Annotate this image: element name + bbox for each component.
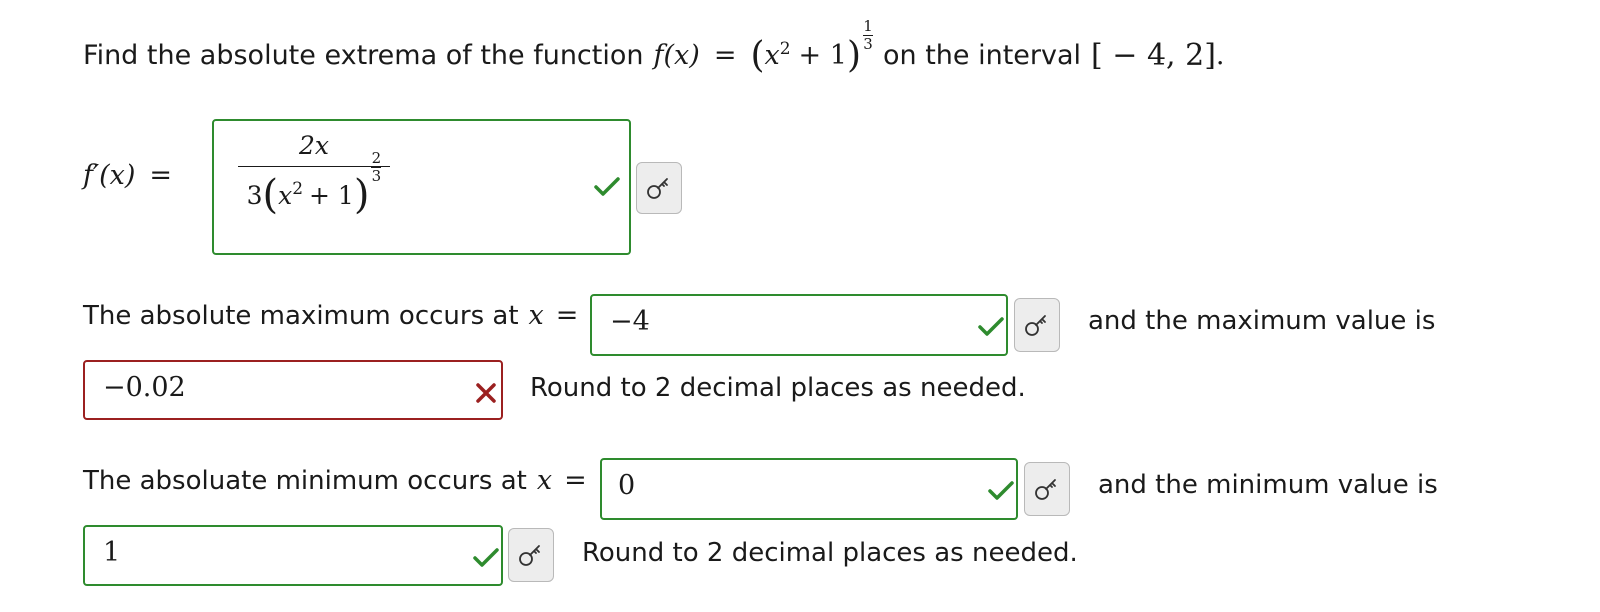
max-value: −0.02 [103, 372, 186, 403]
key-icon [1035, 479, 1056, 500]
plus-one: + 1 [798, 39, 847, 71]
check-icon [594, 177, 620, 196]
max-value-input[interactable]: −0.02 [83, 360, 503, 420]
max-hint: Round to 2 decimal places as needed. [530, 373, 1026, 403]
derivative-numerator: 2x [298, 131, 329, 160]
key-icon [519, 545, 540, 566]
min-text-after: and the minimum value is [1098, 470, 1438, 500]
max-location-value: −4 [610, 306, 650, 337]
max-text-after: and the maximum value is [1088, 306, 1436, 336]
min-hint: Round to 2 decimal places as needed. [582, 538, 1078, 568]
den-base-var: x [278, 180, 293, 210]
min-var: x [536, 465, 553, 496]
derivative-denominator: 3 ( x2 + 1 ) 2 3 [246, 150, 382, 218]
question-text: Find the absolute extrema of the functio… [83, 15, 1225, 95]
key-icon [1025, 315, 1046, 336]
den-base-exponent: 2 [292, 179, 304, 199]
outer-exponent: 1 3 [862, 16, 873, 53]
min-location-key-button[interactable] [1024, 462, 1070, 516]
min-value-key-button[interactable] [508, 528, 554, 582]
interval: [ − 4, 2] [1091, 37, 1216, 73]
base-var: x [764, 39, 780, 71]
derivative-label: f′(x) = [83, 160, 172, 191]
min-equals: = [564, 465, 587, 496]
period: . [1215, 39, 1225, 71]
den-open-paren: ( [262, 172, 279, 218]
max-location-key-button[interactable] [1014, 298, 1060, 352]
equals-sign: = [713, 39, 737, 71]
check-icon [473, 548, 499, 567]
max-equals: = [555, 300, 579, 331]
derivative-answer-box[interactable]: 2x 3 ( x2 + 1 ) 2 3 [212, 119, 631, 255]
key-icon [647, 178, 668, 199]
den-plus-one: + 1 [309, 180, 354, 210]
derivative-lhs: f′(x) [83, 160, 136, 191]
min-value-input[interactable]: 1 [83, 525, 503, 586]
den-exponent-numerator: 2 [371, 148, 382, 167]
function-lhs: f(x) [653, 39, 700, 71]
question-middle: on the interval [882, 39, 1082, 71]
denominator-coefficient: 3 [246, 180, 263, 210]
min-location-prompt: The absoluate minimum occurs at x = [83, 465, 587, 496]
den-exponent-denominator: 3 [371, 166, 382, 185]
open-paren: ( [750, 34, 765, 76]
exponent-numerator: 1 [863, 16, 873, 35]
max-location-input[interactable]: −4 [590, 294, 1008, 356]
max-var: x [528, 300, 544, 331]
min-value: 1 [103, 537, 121, 568]
question-prefix: Find the absolute extrema of the functio… [83, 39, 644, 71]
derivative-key-button[interactable] [636, 162, 682, 214]
x-icon [476, 383, 496, 403]
max-text-before: The absolute maximum occurs at [83, 300, 519, 331]
min-text-before: The absoluate minimum occurs at [83, 465, 527, 496]
close-paren: ) [846, 34, 861, 76]
max-location-prompt: The absolute maximum occurs at x = [83, 300, 578, 331]
derivative-fraction: 2x 3 ( x2 + 1 ) 2 3 [238, 131, 390, 215]
exponent-denominator: 3 [863, 34, 873, 53]
den-exponent: 2 3 [371, 148, 382, 185]
min-location-value: 0 [618, 470, 636, 501]
check-icon [978, 317, 1004, 336]
check-icon [988, 481, 1014, 500]
base-exponent: 2 [779, 39, 791, 59]
min-location-input[interactable]: 0 [600, 458, 1018, 520]
den-close-paren: ) [353, 172, 370, 218]
derivative-equals: = [149, 160, 173, 191]
